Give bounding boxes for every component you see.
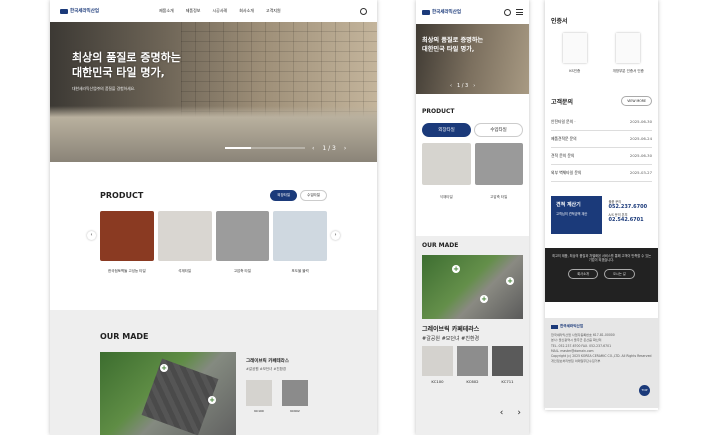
list-item[interactable]: 안전타일 문의 · 2025-06-30 xyxy=(551,114,652,131)
logo-mark-icon xyxy=(422,9,430,15)
menu-item[interactable]: 회사소개 xyxy=(239,8,254,14)
product-swatch xyxy=(273,211,327,261)
product-item[interactable]: 고압축 타일 xyxy=(215,211,270,274)
our-made-section: OUR MADE + + 그레이브릭 카페테라스 #갈공원 #모던녀 #친환경 … xyxy=(50,310,377,435)
product-list: ‹ 한국점토벽돌 고성능 타일 석재타일 고압축 타일 포도블 블럭 › xyxy=(87,211,340,274)
tab-imported[interactable]: 수입타일 xyxy=(474,123,523,137)
logo[interactable]: 한국세라믹산업 xyxy=(422,9,461,15)
our-made-tags: #갈공원 #모던녀 #친환경 xyxy=(422,336,480,342)
product-title: PRODUCT xyxy=(422,108,455,115)
hamburger-menu-icon[interactable] xyxy=(516,8,523,15)
swatch-item[interactable]: KC602 xyxy=(457,346,488,384)
product-item[interactable]: 석재타일 xyxy=(422,143,471,200)
contact-card: 물품 문의 052.237.6700 A/S 문의 본부 02.542.6701 xyxy=(608,200,648,223)
tab-exterior[interactable]: 외장타일 xyxy=(422,123,471,137)
menu-item[interactable]: 고객지원 xyxy=(266,8,281,14)
next-arrow-icon[interactable]: › xyxy=(517,408,521,418)
cert-item[interactable]: KS인증 xyxy=(551,33,599,74)
inquiry-list: 안전타일 문의 · 2025-06-30 제품견적문 문의 2025-06-24 견… xyxy=(551,114,652,182)
next-arrow-icon[interactable]: › xyxy=(344,145,346,152)
plus-icon[interactable]: + xyxy=(208,396,216,404)
swatch-item[interactable]: KC602 xyxy=(282,380,308,413)
top-button[interactable]: TOP xyxy=(639,385,650,396)
notice-banner: 최고의 제품, 최상의 품질과 차별화된 서비스를 통해 고객이 만족할 수 있… xyxy=(545,248,658,302)
menu-item[interactable]: 제품소개 xyxy=(159,8,174,14)
swatch-item[interactable]: KC100 xyxy=(422,346,453,384)
inquiry-title: 고객문의 xyxy=(551,98,574,106)
globe-icon[interactable] xyxy=(504,8,511,16)
our-made-photo[interactable]: + + xyxy=(100,352,236,435)
swatch-item[interactable]: KC100 xyxy=(246,380,272,413)
main-menu: 제품소개 제품정보 시공사례 회사소개 고객지원 xyxy=(159,8,281,14)
our-made-title: OUR MADE xyxy=(422,242,459,249)
prev-arrow-icon[interactable]: ‹ xyxy=(450,83,452,89)
plus-icon[interactable]: + xyxy=(480,295,488,303)
our-made-tags: #갈공원 #모던녀 #친환경 xyxy=(246,367,287,371)
menu-item[interactable]: 제품정보 xyxy=(186,8,201,14)
our-made-item-title: 그레이브릭 카페테라스 xyxy=(422,326,480,333)
mobile-hero: 최상의 품질로 증명하는 대한민국 타일 명가, ‹ 1 / 3 › xyxy=(416,24,529,94)
tab-exterior[interactable]: 외장타일 xyxy=(270,190,298,201)
certificate-icon xyxy=(616,33,641,63)
product-swatch xyxy=(100,211,154,261)
our-made-item-title: 그레이브릭 카페테라스 xyxy=(246,359,289,364)
product-title: PRODUCT xyxy=(100,191,144,200)
our-made-photo[interactable]: + + + xyxy=(422,255,523,319)
menu-item[interactable]: 시공사례 xyxy=(212,8,227,14)
logo[interactable]: 한국세라믹산업 xyxy=(60,8,99,14)
company-button[interactable]: 회사소개 xyxy=(568,268,598,280)
product-item[interactable]: 석재타일 xyxy=(157,211,212,274)
desktop-view: 한국세라믹산업 제품소개 제품정보 시공사례 회사소개 고객지원 최상의 품질로… xyxy=(50,0,377,435)
next-arrow-icon[interactable]: › xyxy=(331,231,340,240)
prev-arrow-icon[interactable]: ‹ xyxy=(87,231,96,240)
next-arrow-icon[interactable]: › xyxy=(473,83,475,89)
hero-banner: 최상의 품질로 증명하는 대한민국 타일 명가, 대한세라믹산업㈜의 품질을 경험… xyxy=(50,22,377,162)
logo-mark-icon xyxy=(551,324,558,329)
mobile-nav: 한국세라믹산업 xyxy=(416,0,529,24)
our-made-section: OUR MADE + + + 그레이브릭 카페테라스 #갈공원 #모던녀 #친환… xyxy=(416,236,529,435)
tab-imported[interactable]: 수입타일 xyxy=(300,190,327,201)
product-item[interactable]: 포도블 블럭 xyxy=(273,211,327,274)
product-swatch xyxy=(215,211,270,261)
globe-icon[interactable] xyxy=(360,7,367,15)
footer: 한국세라믹산업 한국세라믹산업 사업자등록번호 617-81-00000 본사:… xyxy=(545,318,658,408)
side-panel: 인증서 KS인증 개방부분 인증서 인증 고객문의 VIEW MORE 안전타일… xyxy=(545,0,658,410)
hero-progress xyxy=(225,147,305,149)
certificate-icon xyxy=(562,33,587,63)
hero-title: 최상의 품질로 증명하는 대한민국 타일 명가, xyxy=(422,37,484,53)
logo-mark-icon xyxy=(60,8,68,14)
hero-subtitle: 대한세라믹산업㈜의 품질을 경험하세요. xyxy=(72,86,136,91)
list-item[interactable]: 견적 문의 문의 2025-06-30 xyxy=(551,148,652,165)
mobile-view: 한국세라믹산업 최상의 품질로 증명하는 대한민국 타일 명가, ‹ 1 / 3 › … xyxy=(416,0,529,435)
list-item[interactable]: 제품견적문 문의 2025-06-24 xyxy=(551,131,652,148)
certs-title: 인증서 xyxy=(551,18,568,25)
hero-title: 최상의 품질로 증명하는 대한민국 타일 명가, xyxy=(72,51,181,79)
plus-icon[interactable]: + xyxy=(506,277,514,285)
plus-icon[interactable]: + xyxy=(452,265,460,273)
view-more-button[interactable]: VIEW MORE xyxy=(621,96,652,106)
product-item[interactable]: 고압축 타일 xyxy=(474,143,523,200)
list-item[interactable]: 외부 벽체타일 문의 2025-03-27 xyxy=(551,165,652,182)
location-button[interactable]: 오시는 길 xyxy=(603,268,635,280)
prev-arrow-icon[interactable]: ‹ xyxy=(312,145,314,152)
hero-pager: ‹ 1 / 3 › xyxy=(312,145,347,152)
estimate-card[interactable]: 견적 계산기 고객님의 견적금액 계산 xyxy=(551,196,602,234)
cert-item[interactable]: 개방부분 인증서 인증 xyxy=(605,33,653,74)
product-item[interactable]: 한국점토벽돌 고성능 타일 xyxy=(100,211,154,274)
swatch-item[interactable]: KC711 xyxy=(492,346,523,384)
plus-icon[interactable]: + xyxy=(160,364,168,372)
top-nav: 한국세라믹산업 제품소개 제품정보 시공사례 회사소개 고객지원 xyxy=(50,0,377,22)
prev-arrow-icon[interactable]: ‹ xyxy=(500,408,504,418)
product-swatch xyxy=(157,211,212,261)
our-made-title: OUR MADE xyxy=(100,332,149,341)
